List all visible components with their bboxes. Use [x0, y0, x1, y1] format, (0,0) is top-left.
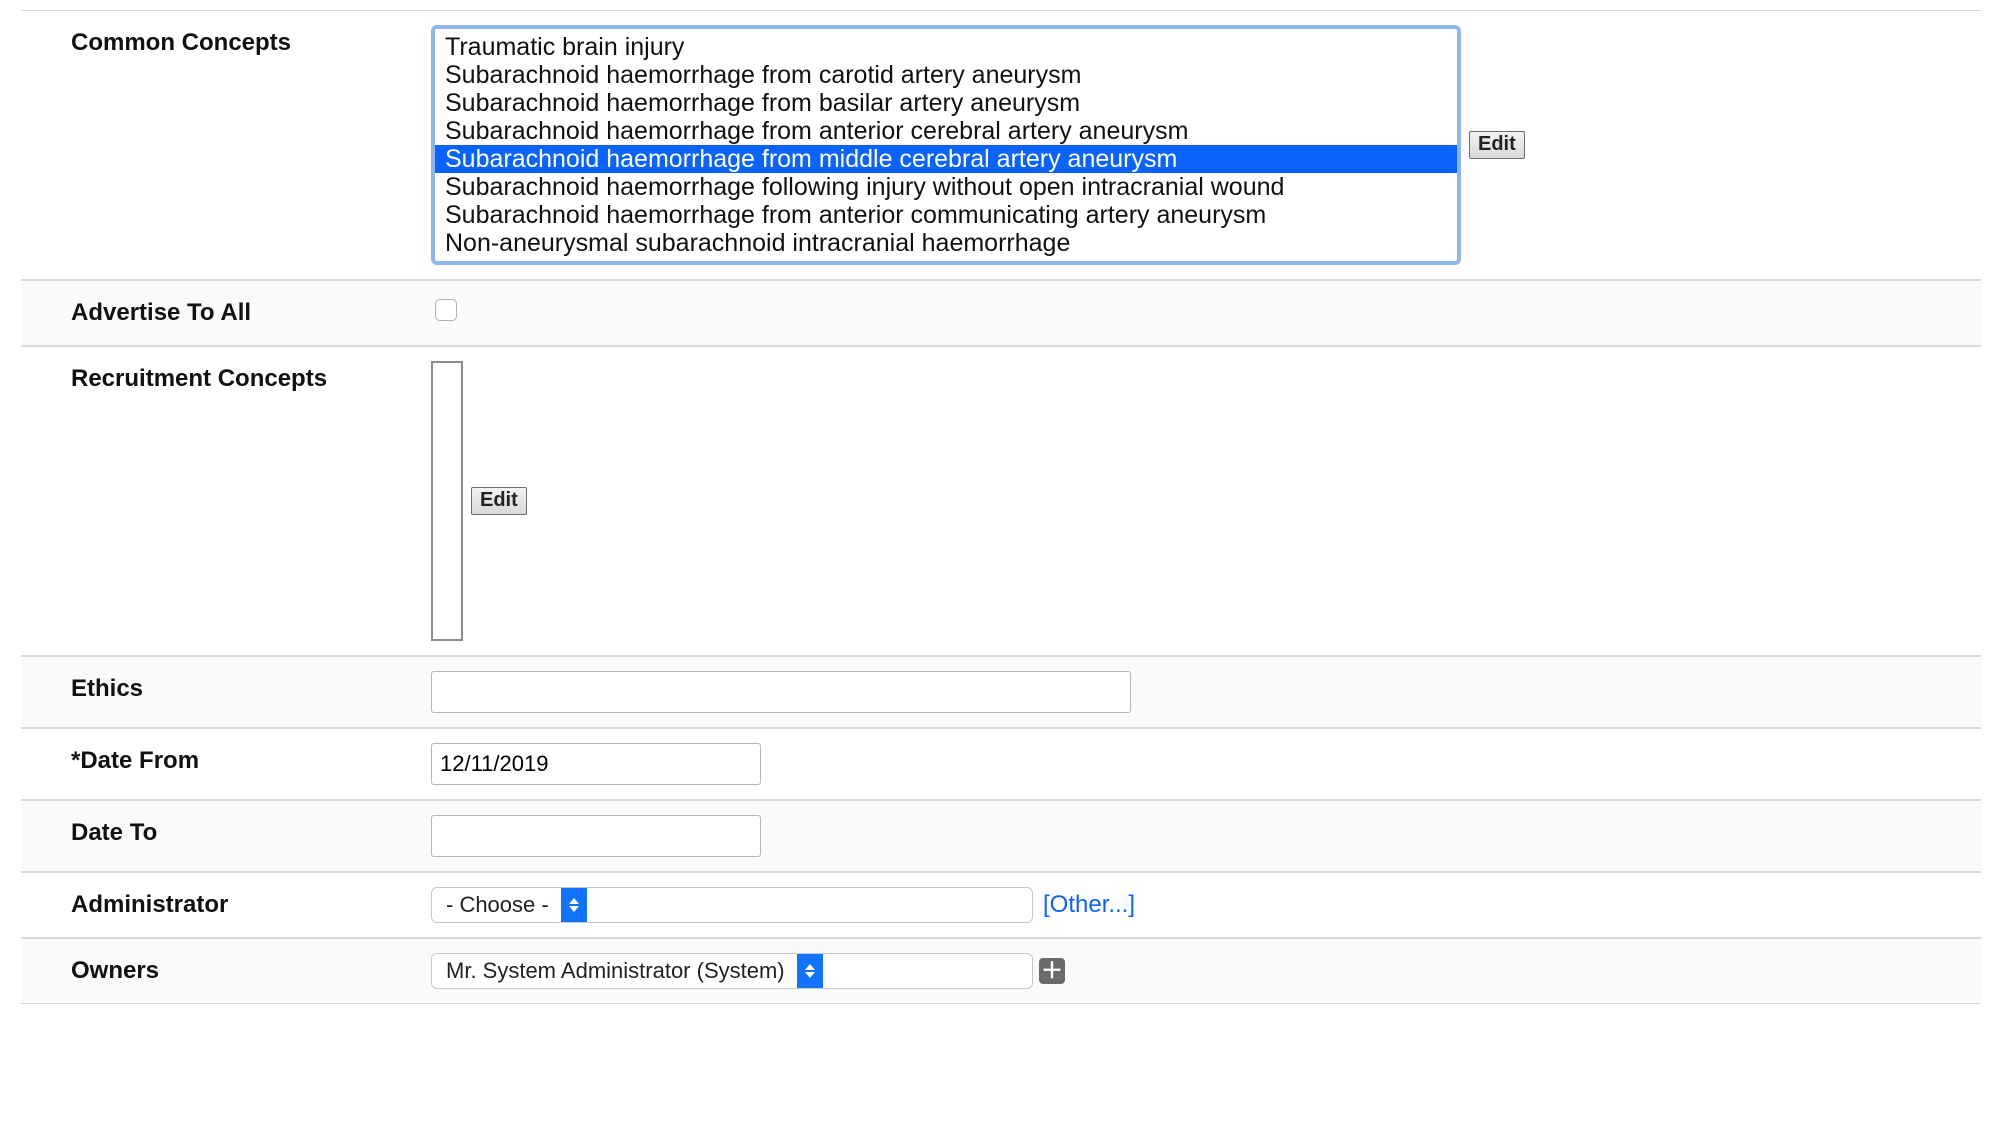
plus-icon: ＋: [1041, 960, 1063, 982]
value-recruitment-concepts: Edit: [431, 355, 1981, 647]
common-concepts-option[interactable]: Subarachnoid haemorrhage following injur…: [435, 173, 1457, 201]
row-common-concepts: Common Concepts Traumatic brain injurySu…: [21, 10, 1981, 280]
common-concepts-option[interactable]: Non-aneurysmal subarachnoid intracranial…: [435, 229, 1457, 257]
value-date-to: [431, 809, 1981, 863]
common-concepts-option[interactable]: Subarachnoid haemorrhage from middle cer…: [435, 145, 1457, 173]
common-concepts-option[interactable]: Subarachnoid haemorrhage from carotid ar…: [435, 61, 1457, 89]
row-owners: Owners Mr. System Administrator (System)…: [21, 938, 1981, 1004]
edit-recruitment-concepts-button[interactable]: Edit: [471, 487, 527, 515]
value-administrator: - Choose - [Other...]: [431, 881, 1981, 929]
row-recruitment-concepts: Recruitment Concepts Edit: [21, 346, 1981, 656]
caret-up-down-icon: [797, 954, 823, 988]
form-container: Common Concepts Traumatic brain injurySu…: [21, 0, 1981, 1004]
date-to-input[interactable]: [431, 815, 761, 857]
common-concepts-option[interactable]: Subarachnoid haemorrhage from anterior c…: [435, 117, 1457, 145]
owners-select-value: Mr. System Administrator (System): [432, 958, 797, 984]
row-date-to: Date To: [21, 800, 1981, 872]
label-advertise-to-all: Advertise To All: [21, 289, 431, 337]
label-owners: Owners: [21, 947, 431, 995]
row-administrator: Administrator - Choose - [Other...]: [21, 872, 1981, 938]
label-common-concepts: Common Concepts: [21, 19, 431, 67]
ethics-input[interactable]: [431, 671, 1131, 713]
caret-up-down-icon: [561, 888, 587, 922]
edit-common-concepts-button[interactable]: Edit: [1469, 131, 1525, 159]
label-date-from: *Date From: [21, 737, 431, 785]
administrator-other-link[interactable]: [Other...]: [1043, 891, 1135, 919]
value-ethics: [431, 665, 1981, 719]
value-advertise-to-all: [431, 289, 1981, 330]
common-concepts-option[interactable]: Traumatic brain injury: [435, 33, 1457, 61]
advertise-to-all-checkbox[interactable]: [435, 299, 457, 321]
row-date-from: *Date From: [21, 728, 1981, 800]
common-concepts-listbox[interactable]: Traumatic brain injurySubarachnoid haemo…: [431, 25, 1461, 265]
value-common-concepts: Traumatic brain injurySubarachnoid haemo…: [431, 19, 1981, 271]
administrator-select-value: - Choose -: [432, 892, 561, 918]
label-date-to: Date To: [21, 809, 431, 857]
common-concepts-option[interactable]: Subarachnoid haemorrhage from anterior c…: [435, 201, 1457, 229]
date-from-input[interactable]: [431, 743, 761, 785]
recruitment-concepts-listbox[interactable]: [431, 361, 463, 641]
administrator-select[interactable]: - Choose -: [431, 887, 1033, 923]
add-owner-button[interactable]: ＋: [1039, 958, 1065, 984]
value-owners: Mr. System Administrator (System) ＋: [431, 947, 1981, 995]
common-concepts-option[interactable]: Subarachnoid haemorrhage from basilar ar…: [435, 89, 1457, 117]
label-recruitment-concepts: Recruitment Concepts: [21, 355, 431, 403]
owners-select[interactable]: Mr. System Administrator (System): [431, 953, 1033, 989]
row-advertise-to-all: Advertise To All: [21, 280, 1981, 346]
value-date-from: [431, 737, 1981, 791]
row-ethics: Ethics: [21, 656, 1981, 728]
label-administrator: Administrator: [21, 881, 431, 929]
label-ethics: Ethics: [21, 665, 431, 713]
